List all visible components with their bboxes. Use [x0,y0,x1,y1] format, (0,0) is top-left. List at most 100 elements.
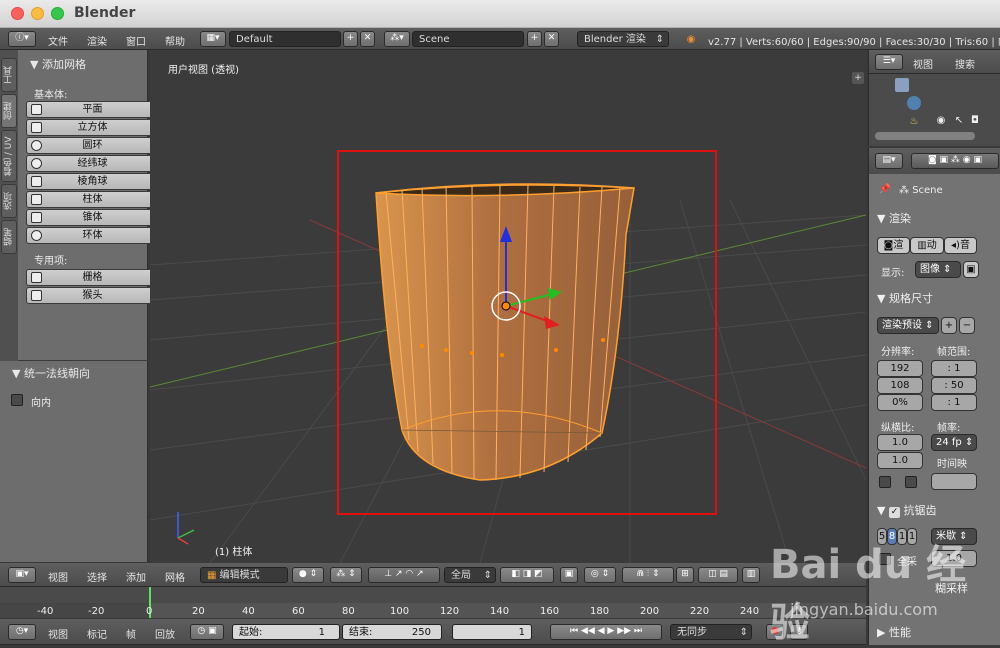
display-select[interactable]: 图像 ⇕ [915,261,961,278]
eye-icon[interactable]: ◉ [935,114,947,126]
menu-outliner-search[interactable]: 搜索 [955,56,975,71]
menu-mesh[interactable]: 网格 [165,569,185,584]
limit-selection-button[interactable]: ▣ [560,567,578,583]
render-engine-select[interactable]: Blender 渲染 ⇕ [577,31,669,47]
menu-select[interactable]: 选择 [87,569,107,584]
render-animation-button[interactable]: ▥动 [910,237,944,254]
cursor-select-icon[interactable]: ↖ [953,114,965,126]
menu-file[interactable]: 文件 [48,33,68,48]
playback-controls[interactable]: ⏮ ◀◀ ◀ ▶ ▶▶ ⏭ [550,624,662,640]
editor-type-timeline-button[interactable]: ◷▾ [8,624,36,640]
pivot-select[interactable]: ⁂ ⇕ [330,567,362,583]
remove-preset-button[interactable]: − [959,317,975,334]
world-icon[interactable] [907,96,921,110]
add-mesh-panel-title[interactable]: ▼ 添加网格 [30,56,86,72]
antialiasing-checkbox-icon[interactable]: ✓ [888,507,900,518]
snap-buttons[interactable]: ⋒ ⫶ ⇕ [622,567,674,583]
outliner-scrollbar[interactable] [875,132,975,140]
camera-render-icon[interactable]: ◘ [969,114,981,126]
context-tabs[interactable]: ◙ ▣ ⁂ ◉ ▣ [911,153,999,169]
start-frame-field[interactable]: 起始: 1 [232,624,340,640]
3d-viewport[interactable]: 用户视图 (透视) (1) 柱体 + [150,50,866,563]
add-ico-sphere-button[interactable]: 棱角球 [26,173,159,190]
add-scene-button[interactable]: + [527,31,542,47]
crop-checkbox[interactable] [905,476,917,488]
tab-grease-pencil[interactable]: 蜡笔 [1,220,17,254]
menu-add[interactable]: 添加 [126,569,146,584]
snap-target-button[interactable]: ⊞ [676,567,694,583]
remove-scene-button[interactable]: ✕ [544,31,559,47]
maximize-window-button[interactable] [51,7,64,20]
editor-type-outliner-button[interactable]: ☰▾ [875,54,903,70]
time-remap-field[interactable] [931,473,977,490]
tab-tools[interactable]: 工具 [1,58,17,92]
editor-type-properties-button[interactable]: ▤▾ [875,153,903,169]
render-preset-select[interactable]: 渲染预设 ⇕ [877,317,939,334]
inside-checkbox[interactable] [11,394,23,406]
framerate-select[interactable]: 24 fp ⇕ [931,434,977,451]
menu-help[interactable]: 帮助 [165,33,185,48]
add-preset-button[interactable]: + [941,317,957,334]
menu-render[interactable]: 渲染 [87,33,107,48]
editor-type-3dview-button[interactable]: ▣▾ [8,567,36,583]
cylinder-mesh[interactable] [375,183,635,481]
menu-view[interactable]: 视图 [48,569,68,584]
resolution-percent-field[interactable]: 0% [877,394,923,411]
add-cone-button[interactable]: 锥体 [26,209,159,226]
add-cylinder-button[interactable]: 柱体 [26,191,159,208]
frame-start-field[interactable]: : 1 [931,360,977,377]
dimensions-panel-title[interactable]: ▼ 规格尺寸 [877,290,933,306]
operator-panel-title[interactable]: ▼ 统一法线朝向 [12,365,90,381]
lamp-icon[interactable]: ♨ [907,114,921,128]
add-cube-button[interactable]: 立方体 [26,119,159,136]
add-uv-sphere-button[interactable]: 经纬球 [26,155,159,172]
orientation-select[interactable]: 全局 ⇕ [444,567,496,583]
antialiasing-panel-title[interactable]: ▼ ✓ 抗锯齿 [877,502,936,518]
render-layers-icon[interactable] [895,78,909,92]
lock-interface-button[interactable]: ▣ [963,261,979,278]
add-plane-button[interactable]: 平面 [26,101,159,118]
layout-browse-button[interactable]: ▦▾ [200,31,226,47]
end-frame-field[interactable]: 结束: 250 [342,624,442,640]
remove-layout-button[interactable]: ✕ [360,31,375,47]
add-circle-button[interactable]: 圆环 [26,137,159,154]
add-grid-button[interactable]: 栅格 [26,269,159,286]
sync-mode-select[interactable]: 无同步 ⇕ [670,624,752,640]
border-checkbox[interactable] [879,476,891,488]
menu-outliner-view[interactable]: 视图 [913,56,933,71]
timeline-area[interactable] [0,587,866,603]
menu-window[interactable]: 窗口 [126,33,146,48]
proportional-edit-select[interactable]: ◎ ⇕ [584,567,616,583]
menu-marker[interactable]: 标记 [87,626,107,641]
tab-create[interactable]: 创建 [1,94,17,128]
render-preview-buttons[interactable]: ◫ ▤ [698,567,738,583]
add-layout-button[interactable]: + [343,31,358,47]
properties-toggle-icon[interactable]: + [852,72,864,84]
close-window-button[interactable] [11,7,24,20]
render-opengl-button[interactable]: ▥ [742,567,760,583]
scene-browse-button[interactable]: ⁂▾ [384,31,410,47]
layout-name-field[interactable]: Default [229,31,341,47]
tab-shading-uv[interactable]: 着色 / UV [1,130,17,182]
scene-name-field[interactable]: Scene [412,31,524,47]
editor-type-info-button[interactable]: ⓘ▾ [8,31,36,47]
aspect-x-field[interactable]: 1.0 [877,434,923,451]
render-panel-title[interactable]: ▼ 渲染 [877,210,911,226]
pin-icon[interactable]: 📌 [879,182,891,196]
resolution-y-field[interactable]: 108 [877,377,923,394]
preview-range-buttons[interactable]: ◷ ▣ [190,624,224,640]
manipulator-buttons[interactable]: ⊥ ↗ ◠ ↗ [368,567,440,583]
tab-options[interactable]: 选项 [1,184,17,218]
select-mode-buttons[interactable]: ◧ ◨ ◩ [500,567,554,583]
resolution-x-field[interactable]: 192 [877,360,923,377]
render-audio-button[interactable]: ◂)音 [944,237,977,254]
menu-playback[interactable]: 回放 [155,626,175,641]
mode-select[interactable]: ▦ 编辑模式 [200,567,288,583]
shading-select[interactable]: ● ⇕ [292,567,324,583]
aspect-y-field[interactable]: 1.0 [877,452,923,469]
add-torus-button[interactable]: 环体 [26,227,159,244]
frame-end-field[interactable]: : 50 [931,377,977,394]
add-monkey-button[interactable]: 猴头 [26,287,159,304]
current-frame-field[interactable]: 1 [452,624,532,640]
frame-step-field[interactable]: : 1 [931,394,977,411]
